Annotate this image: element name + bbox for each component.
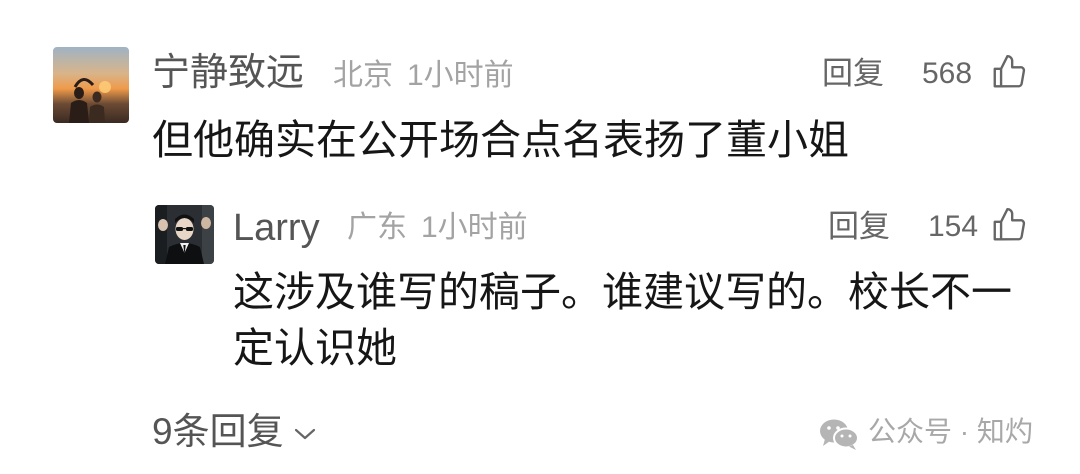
comment-meta: 北京 1小时前 <box>333 56 514 96</box>
chevron-down-icon <box>294 429 315 440</box>
more-replies-label: 9条回复 <box>152 411 284 452</box>
reply-like-count: 154 <box>928 210 979 243</box>
sunset-photo-avatar <box>53 47 129 123</box>
comment-location: 北京 <box>333 59 393 92</box>
reply-content: 这涉及谁写的稿子。谁建议写的。校长不一定认识她 <box>233 269 1012 371</box>
wechat-icon <box>820 419 859 450</box>
watermark: 公众号 · 知灼 <box>818 412 1033 452</box>
avatar[interactable] <box>155 205 214 264</box>
comment-username[interactable]: 宁静致远 <box>152 50 304 96</box>
thumbs-up-icon[interactable] <box>990 206 1028 244</box>
avatar[interactable] <box>53 47 129 123</box>
comment-time: 1小时前 <box>407 59 514 92</box>
thumbs-up-icon[interactable] <box>990 53 1028 91</box>
watermark-text: 公众号 · 知灼 <box>868 416 1033 447</box>
comment-content: 但他确实在公开场合点名表扬了董小姐 <box>152 117 849 163</box>
comment-like-count: 568 <box>922 57 973 90</box>
reply-username[interactable]: Larry <box>233 205 320 251</box>
comment-reply-button[interactable]: 回复 <box>822 54 884 94</box>
reply-time: 1小时前 <box>421 211 528 244</box>
reply-location: 广东 <box>347 211 407 244</box>
man-in-suit-avatar <box>155 205 214 264</box>
more-replies-button[interactable]: 9条回复 <box>152 409 316 455</box>
reply-meta: 广东 1小时前 <box>347 208 528 248</box>
reply-reply-button[interactable]: 回复 <box>828 207 890 247</box>
